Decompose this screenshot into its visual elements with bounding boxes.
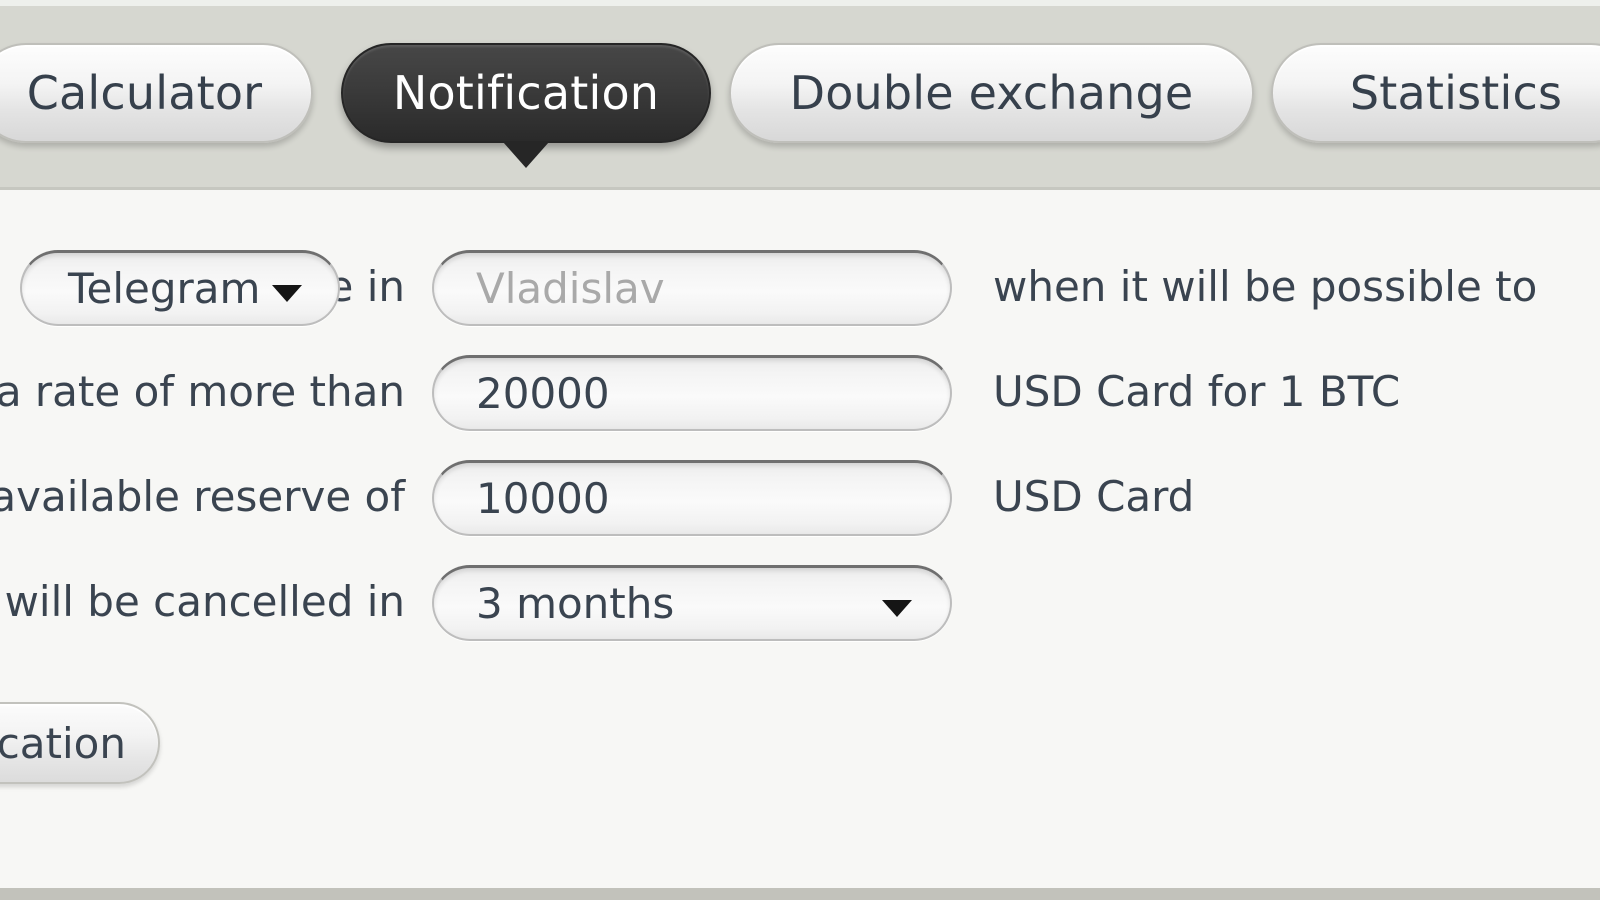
row-rate-trail-label: USD Card for 1 BTC <box>993 367 1401 416</box>
add-notification-button[interactable]: Add notification <box>0 702 160 784</box>
tab-statistics[interactable]: Statistics <box>1271 43 1600 143</box>
form-row-expiry: This notification will be cancelled in 3… <box>0 561 1600 645</box>
row-expiry-lead-label: This notification will be cancelled in <box>0 577 405 626</box>
tab-statistics-label: Statistics <box>1349 66 1563 120</box>
expiry-period-select[interactable]: 3 months <box>432 565 952 641</box>
username-input-placeholder: Vladislav <box>476 264 665 313</box>
channel-select[interactable]: Telegram <box>20 250 340 326</box>
row-channel-trail-label: when it will be possible to <box>993 262 1538 311</box>
add-notification-button-label: Add notification <box>0 718 126 768</box>
form-row-reserve: and with an available reserve of 10000 U… <box>0 456 1600 540</box>
tab-notification[interactable]: Notification <box>341 43 711 143</box>
chevron-down-icon <box>882 600 912 617</box>
tab-notification-label: Notification <box>392 66 660 120</box>
row-rate-lead-label: exchange BTC at a rate of more than <box>0 367 405 416</box>
row-reserve-trail-label: USD Card <box>993 472 1195 521</box>
window-bottom-strip <box>0 888 1600 900</box>
app-window: Calculator Notification Double exchange … <box>0 0 1600 900</box>
rate-amount-input[interactable]: 20000 <box>432 355 952 431</box>
active-tab-pointer-icon <box>503 142 549 168</box>
notification-form-panel: Notify me in Telegram Vladislav when it … <box>0 190 1600 888</box>
row-reserve-lead-label: and with an available reserve of <box>0 472 405 521</box>
form-row-rate: exchange BTC at a rate of more than 2000… <box>0 351 1600 435</box>
tab-bar: Calculator Notification Double exchange … <box>0 6 1600 190</box>
expiry-period-value: 3 months <box>476 579 675 628</box>
reserve-amount-input[interactable]: 10000 <box>432 460 952 536</box>
tab-double-exchange[interactable]: Double exchange <box>729 43 1254 143</box>
form-row-channel: Notify me in Telegram Vladislav when it … <box>0 246 1600 330</box>
rate-amount-value: 20000 <box>476 369 610 418</box>
username-input[interactable]: Vladislav <box>432 250 952 326</box>
chevron-down-icon <box>272 285 302 302</box>
reserve-amount-value: 10000 <box>476 474 610 523</box>
tab-double-exchange-label: Double exchange <box>789 66 1194 120</box>
channel-select-value: Telegram <box>68 264 261 313</box>
tab-calculator-label: Calculator <box>26 66 263 120</box>
tab-calculator[interactable]: Calculator <box>0 43 313 143</box>
